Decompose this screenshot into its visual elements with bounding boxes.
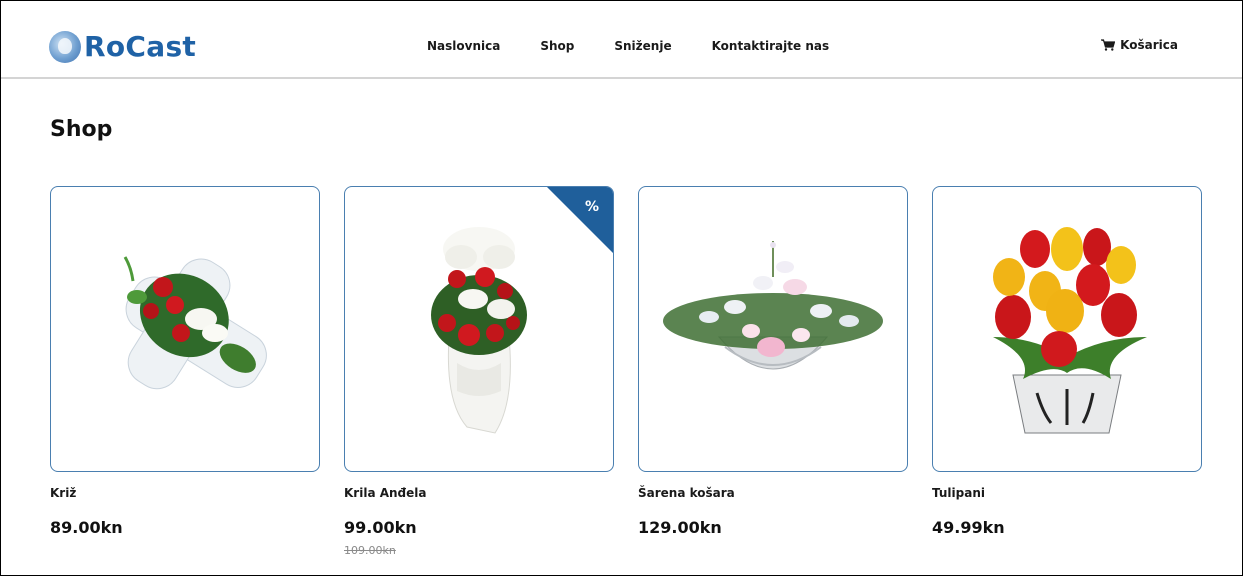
site-header: RoCast Naslovnica Shop Sniženje Kontakti… bbox=[1, 1, 1242, 79]
product-image-kriz bbox=[123, 256, 267, 390]
product-card-krila-andela[interactable]: % Krila Anđela 99.00kn 109.00kn bbox=[344, 186, 614, 566]
page-title: Shop bbox=[50, 117, 113, 142]
cart-icon bbox=[1101, 39, 1116, 51]
product-name[interactable]: Krila Anđela bbox=[344, 486, 427, 500]
product-card-tulipani[interactable]: Tulipani 49.99kn bbox=[932, 186, 1202, 566]
product-name[interactable]: Križ bbox=[50, 486, 76, 500]
nav-item-shop[interactable]: Shop bbox=[540, 38, 574, 54]
product-price: 129.00kn bbox=[638, 518, 722, 537]
brand-name: RoCast bbox=[84, 30, 197, 63]
product-image-frame[interactable]: % bbox=[344, 186, 614, 472]
product-name[interactable]: Šarena košara bbox=[638, 486, 735, 500]
product-name[interactable]: Tulipani bbox=[932, 486, 985, 500]
product-old-price: 109.00kn bbox=[344, 544, 396, 557]
product-image-tulipani bbox=[993, 227, 1147, 434]
logo-icon bbox=[49, 30, 81, 63]
product-card-kriz[interactable]: Križ 89.00kn bbox=[50, 186, 320, 566]
nav-item-naslovnica[interactable]: Naslovnica bbox=[427, 38, 500, 54]
page-frame: RoCast Naslovnica Shop Sniženje Kontakti… bbox=[0, 0, 1243, 576]
sale-badge: % bbox=[547, 187, 613, 253]
cart-label: Košarica bbox=[1120, 38, 1178, 52]
product-image-frame[interactable] bbox=[932, 186, 1202, 472]
logo[interactable]: RoCast bbox=[49, 30, 196, 63]
nav-item-kontakt[interactable]: Kontaktirajte nas bbox=[712, 38, 830, 54]
sale-badge-shape bbox=[547, 187, 613, 253]
product-image-sarena-kosara bbox=[663, 241, 883, 370]
product-price: 89.00kn bbox=[50, 518, 123, 537]
product-price: 49.99kn bbox=[932, 518, 1005, 537]
nav-item-snizenje[interactable]: Sniženje bbox=[614, 38, 671, 54]
product-price: 99.00kn bbox=[344, 518, 417, 537]
product-image-frame[interactable] bbox=[50, 186, 320, 472]
product-image-frame[interactable] bbox=[638, 186, 908, 472]
main-nav: Naslovnica Shop Sniženje Kontaktirajte n… bbox=[427, 38, 869, 54]
product-card-sarena-kosara[interactable]: Šarena košara 129.00kn bbox=[638, 186, 908, 566]
cart-link[interactable]: Košarica bbox=[1101, 38, 1178, 52]
sale-badge-label: % bbox=[584, 199, 599, 215]
